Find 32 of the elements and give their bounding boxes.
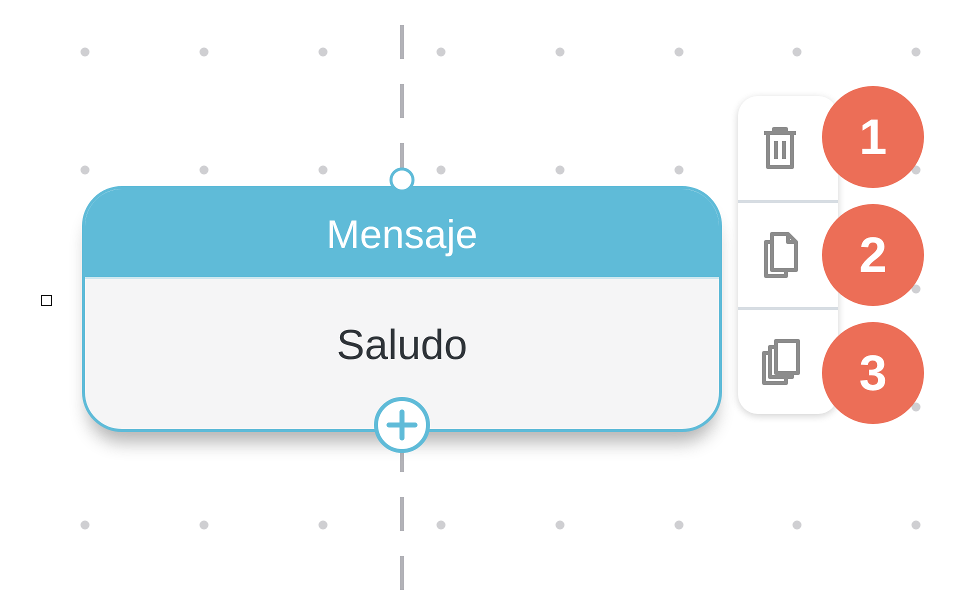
grid-dot: [912, 48, 920, 56]
message-node[interactable]: Mensaje Saludo: [82, 186, 722, 432]
grid-dot: [200, 48, 208, 56]
number-badge: 2: [822, 204, 924, 306]
number-badge: 1: [822, 86, 924, 188]
node-label: Saludo: [336, 320, 468, 370]
grid-dot: [556, 166, 564, 174]
grid-dot: [556, 48, 564, 56]
grid-dot: [318, 520, 328, 530]
grid-dot: [556, 520, 564, 530]
add-icon[interactable]: [373, 396, 431, 454]
grid-dot: [912, 284, 920, 294]
grid-dot: [80, 48, 90, 56]
number-badge: 3: [822, 322, 924, 424]
grid-dot: [318, 166, 328, 174]
grid-dot: [792, 520, 802, 530]
grid-dot: [674, 520, 684, 530]
grid-dot: [80, 520, 90, 530]
grid-dot: [792, 48, 802, 56]
grid-dot: [674, 48, 684, 56]
node-title: Mensaje: [85, 189, 719, 279]
grid-dot: [200, 166, 208, 174]
grid-dot: [674, 166, 684, 174]
resize-handle[interactable]: [41, 295, 52, 306]
grid-dot: [436, 166, 446, 174]
grid-dot: [436, 520, 446, 530]
grid-dot: [80, 166, 90, 174]
grid-dot: [912, 520, 920, 530]
grid-dot: [436, 48, 446, 56]
grid-dot: [912, 402, 920, 412]
grid-dot: [318, 48, 328, 56]
grid-dot: [200, 520, 208, 530]
